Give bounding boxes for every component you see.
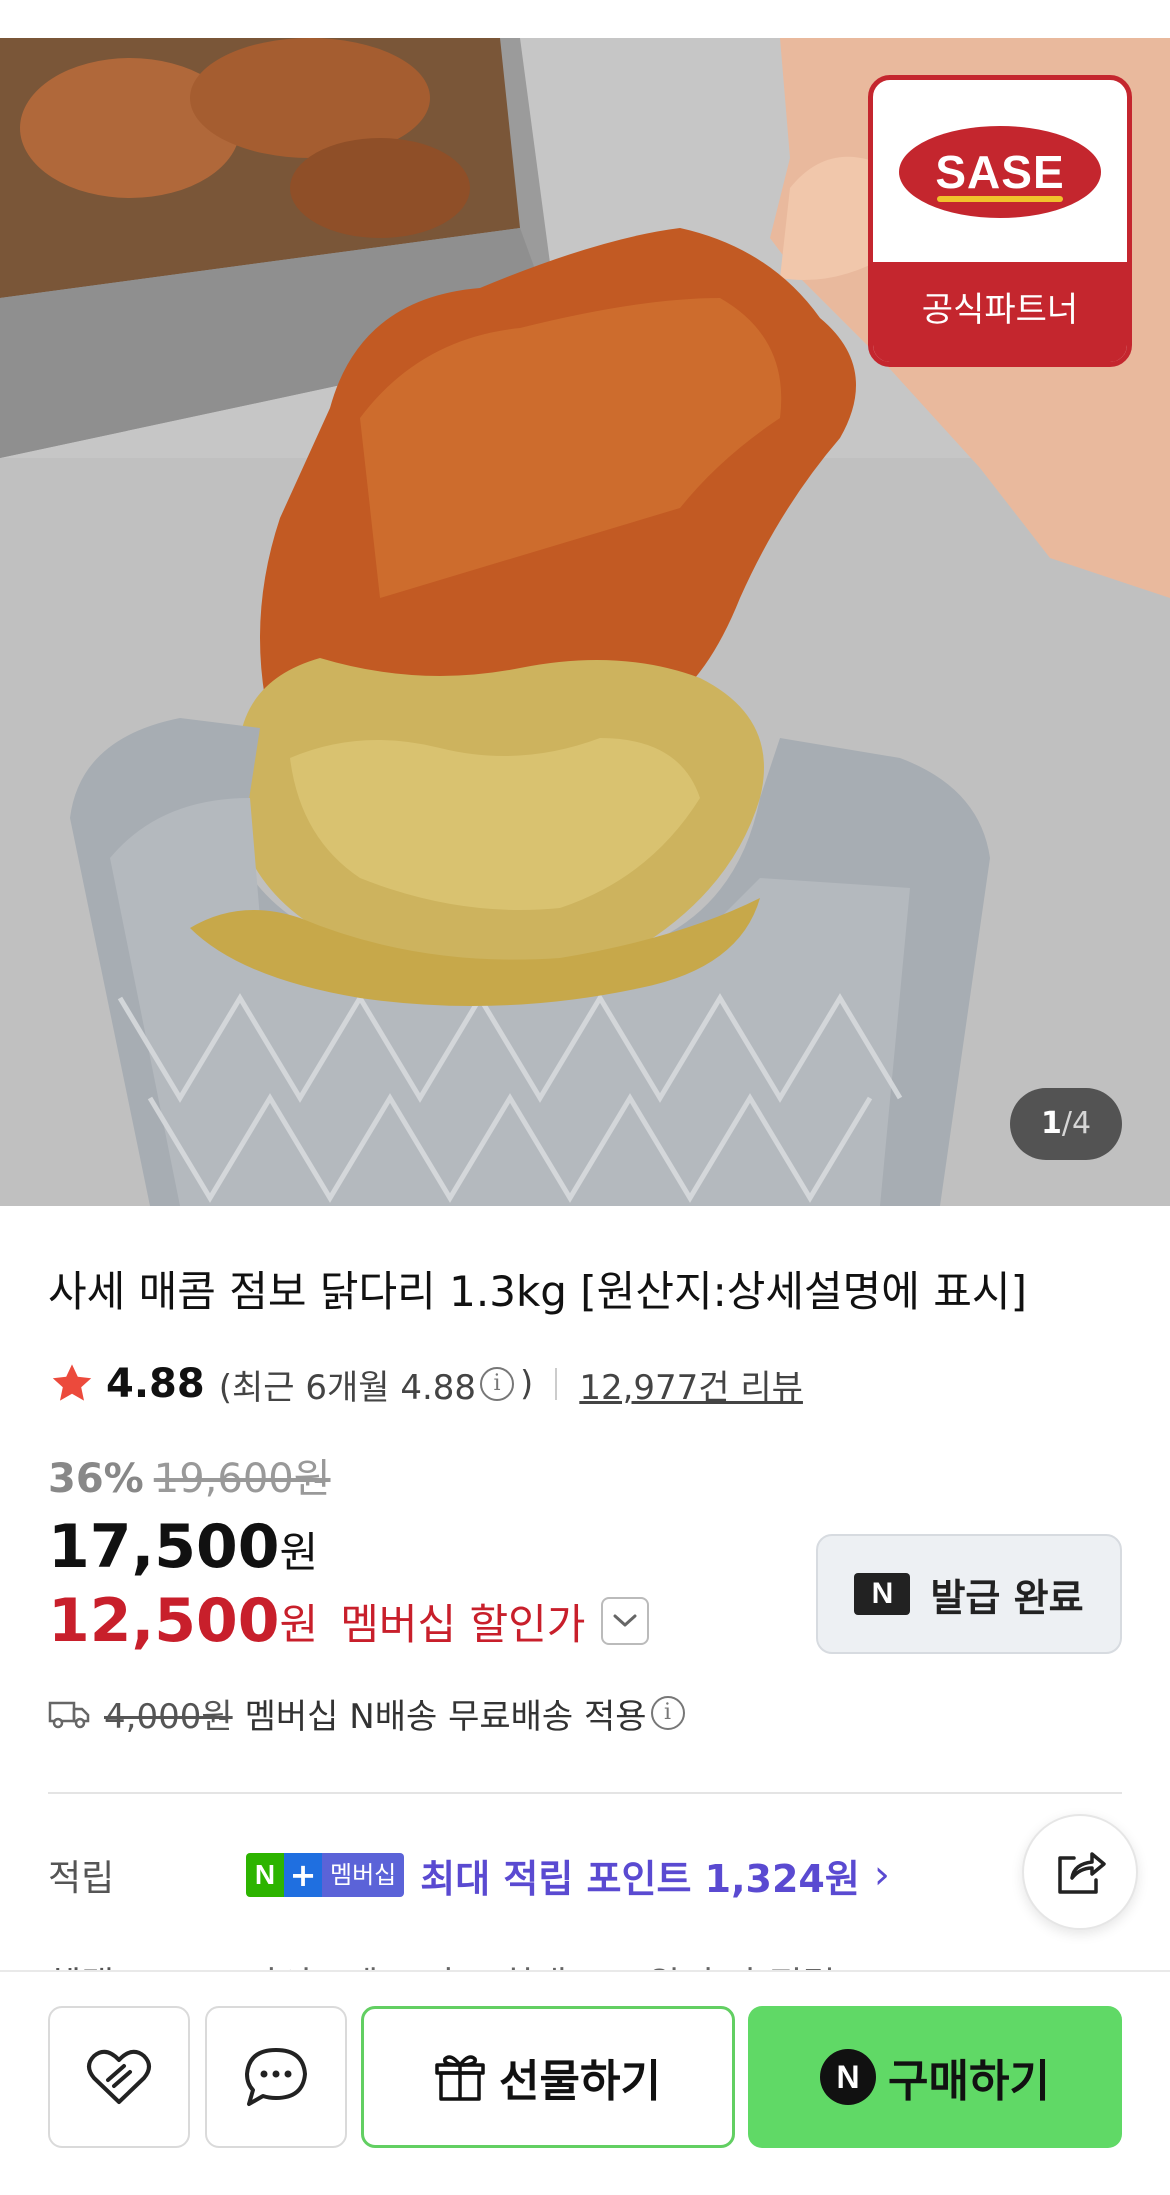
max-points-text: 최대 적립 포인트 1,324원 — [420, 1856, 860, 1901]
sale-price-unit: 원 — [279, 1528, 319, 1577]
plus-icon: + — [284, 1853, 322, 1897]
sase-logo: SASE — [899, 126, 1101, 218]
membership-price-unit: 원 — [279, 1599, 319, 1649]
naver-n-icon: N — [246, 1853, 284, 1897]
shipping-text: 멤버십 N배송 무료배송 적용 — [244, 1696, 647, 1737]
sase-logo-text: SASE — [935, 146, 1065, 198]
buy-label: 구매하기 — [888, 2056, 1050, 2107]
share-button[interactable] — [1022, 1814, 1138, 1930]
review-count-link[interactable]: 12,977건 리뷰 — [579, 1360, 803, 1409]
share-icon — [1058, 1852, 1106, 1894]
membership-badge-text: 멤버십 — [322, 1853, 405, 1897]
sale-price: 17,500 — [48, 1512, 280, 1582]
shipping-info-icon[interactable]: i — [650, 1696, 685, 1730]
points-row[interactable]: 적립 N + 멤버십 최대 적립 포인트 1,324원 › — [48, 1844, 890, 1906]
original-shipping-fee: 4,000원 — [104, 1696, 233, 1737]
recent-rating-suffix: ) — [520, 1364, 534, 1404]
points-label: 적립 — [48, 1858, 115, 1899]
shipping-row: 4,000원 멤버십 N배송 무료배송 적용 i — [48, 1688, 691, 1738]
divider — [555, 1368, 558, 1400]
gift-icon — [435, 2055, 485, 2101]
image-counter-total: 4 — [1071, 1106, 1092, 1141]
chevron-down-icon — [613, 1614, 637, 1627]
gift-button[interactable]: 선물하기 — [361, 2006, 735, 2148]
original-price: 19,600원 — [153, 1456, 331, 1502]
naver-n-icon: N — [854, 1573, 911, 1615]
rating-score: 4.88 — [106, 1361, 205, 1407]
recent-rating: (최근 6개월 4.88 i ) — [219, 1360, 534, 1409]
image-counter-current: 1 — [1040, 1106, 1062, 1141]
membership-price-label: 멤버십 할인가 — [340, 1599, 586, 1649]
logo-swoosh — [937, 196, 1063, 202]
section-divider — [48, 1792, 1122, 1794]
bottom-action-bar: 선물하기 N 구매하기 — [0, 1970, 1170, 2195]
product-title: 사세 매콤 점보 닭다리 1.3kg [원산지:상세설명에 표시] — [48, 1267, 1027, 1316]
membership-price-row: 12,500 원 멤버십 할인가 — [48, 1586, 650, 1656]
naver-plus-membership-badge: N + 멤버십 — [246, 1853, 405, 1897]
info-icon[interactable]: i — [480, 1367, 515, 1401]
rating-row: 4.88 (최근 6개월 4.88 i ) 12,977건 리뷰 — [48, 1356, 803, 1412]
expand-price-button[interactable] — [601, 1597, 650, 1645]
image-counter-separator: / — [1061, 1106, 1072, 1141]
partner-label: 공식파트너 — [873, 262, 1127, 362]
discount-row: 36% 19,600원 — [48, 1446, 331, 1502]
coupon-label: 발급 완료 — [930, 1575, 1084, 1620]
truck-icon — [48, 1701, 90, 1729]
image-counter: 1/4 — [1010, 1088, 1122, 1160]
recent-rating-prefix: (최근 6개월 4.88 — [218, 1367, 477, 1408]
gift-label: 선물하기 — [499, 2056, 661, 2107]
naver-pay-icon: N — [820, 2049, 877, 2105]
heart-icon — [87, 2049, 151, 2104]
discount-rate: 36% — [48, 1456, 144, 1502]
star-icon — [52, 1364, 92, 1401]
buy-button[interactable]: N 구매하기 — [748, 2006, 1122, 2148]
chat-icon — [245, 2048, 307, 2106]
talk-talk-button[interactable] — [205, 2006, 347, 2148]
wishlist-button[interactable] — [48, 2006, 190, 2148]
chevron-right-icon: › — [873, 1852, 890, 1898]
membership-price: 12,500 — [48, 1586, 280, 1656]
official-partner-badge: SASE 공식파트너 — [868, 75, 1132, 367]
product-image[interactable]: SASE 공식파트너 1/4 — [0, 38, 1170, 1206]
sale-price-row: 17,500원 — [48, 1512, 319, 1582]
coupon-issued-button[interactable]: N 발급 완료 — [816, 1534, 1122, 1654]
